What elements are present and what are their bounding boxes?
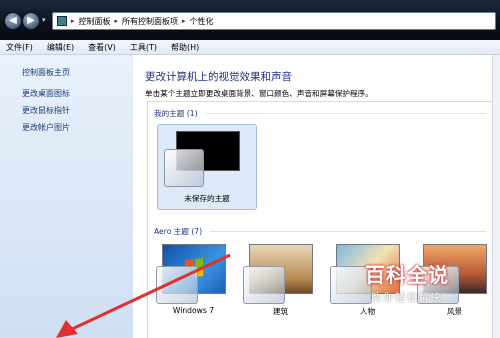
page-description: 单击某个主题立即更改桌面背景、窗口颜色、声音和屏幕保护程序。 <box>145 89 373 98</box>
breadcrumb-separator: ▸ <box>182 17 186 25</box>
window-color-swatch <box>156 266 198 304</box>
history-dropdown-icon[interactable]: ▾ <box>42 16 46 24</box>
watermark-subtitle: 助你轻松解决 <box>371 293 443 304</box>
menu-bar: 文件(F) 编辑(E) 查看(V) 工具(T) 帮助(H) <box>0 40 500 55</box>
theme-unsaved[interactable]: 未保存的主题 <box>157 124 257 210</box>
sidebar-item-control-panel-home[interactable]: 控制面板主页 <box>22 67 70 78</box>
menu-file[interactable]: 文件(F) <box>6 42 33 53</box>
section-divider <box>206 113 486 114</box>
my-themes-label: 我的主题 (1) <box>154 109 198 118</box>
forward-button[interactable]: ▶ <box>22 12 40 30</box>
window-color-swatch <box>164 149 204 187</box>
breadcrumb-all-items[interactable]: 所有控制面板项 <box>122 16 178 27</box>
page-title: 更改计算机上的视觉效果和声音 <box>145 71 292 83</box>
address-bar[interactable]: ▸ 控制面板 ▸ 所有控制面板项 ▸ 个性化 <box>52 12 496 30</box>
breadcrumb-separator: ▸ <box>71 17 75 25</box>
theme-label: 建筑 <box>272 307 289 316</box>
sidebar: 控制面板主页 更改桌面图标 更改鼠标指针 更改帐户图片 <box>0 55 133 338</box>
menu-edit[interactable]: 编辑(E) <box>47 42 74 53</box>
aero-themes-label: Aero 主题 (7) <box>154 227 203 236</box>
watermark: 百科全说 助你轻松解决 <box>345 253 485 313</box>
sidebar-item-change-mouse-pointer[interactable]: 更改鼠标指针 <box>22 105 70 116</box>
title-bar: ◀ ▶ ▾ ▸ 控制面板 ▸ 所有控制面板项 ▸ 个性化 <box>0 0 500 40</box>
menu-tools[interactable]: 工具(T) <box>130 42 157 53</box>
theme-label: 未保存的主题 <box>184 194 230 203</box>
watermark-title: 百科全说 <box>365 263 449 287</box>
theme-windows7[interactable]: Windows 7 <box>156 244 231 334</box>
theme-label: Windows 7 <box>172 306 215 315</box>
sidebar-item-change-account-picture[interactable]: 更改帐户图片 <box>22 122 70 133</box>
back-button[interactable]: ◀ <box>4 12 22 30</box>
breadcrumb-personalization[interactable]: 个性化 <box>190 16 214 27</box>
section-divider <box>210 231 486 232</box>
menu-help[interactable]: 帮助(H) <box>171 42 199 53</box>
theme-architecture[interactable]: 建筑 <box>243 244 318 334</box>
breadcrumb-separator: ▸ <box>114 17 119 25</box>
window-color-swatch <box>243 266 285 304</box>
menu-view[interactable]: 查看(V) <box>88 42 116 53</box>
vertical-scrollbar[interactable] <box>492 55 500 338</box>
control-panel-icon <box>57 16 67 26</box>
sidebar-item-change-desktop-icons[interactable]: 更改桌面图标 <box>22 88 70 99</box>
breadcrumb-control-panel[interactable]: 控制面板 <box>79 16 111 27</box>
